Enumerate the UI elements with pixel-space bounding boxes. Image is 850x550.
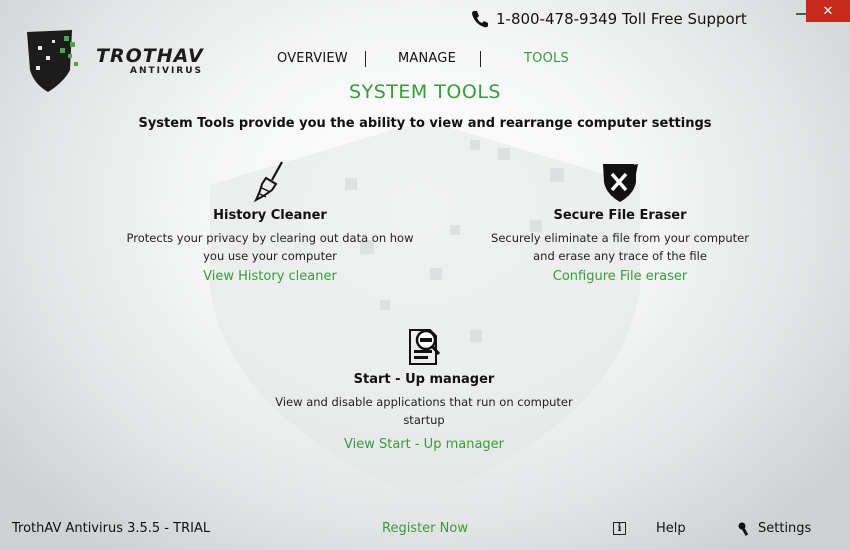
- register-now-link[interactable]: Register Now: [382, 521, 468, 536]
- tool-history-cleaner: History Cleaner Protects your privacy by…: [110, 160, 430, 284]
- tool-description-line: Securely eliminate a file from your comp…: [491, 231, 749, 245]
- startup-manager-icon: [409, 329, 441, 365]
- wrench-icon: [738, 522, 749, 536]
- tab-manage[interactable]: MANAGE: [398, 51, 456, 66]
- nav-divider: [365, 51, 366, 67]
- page-title: SYSTEM TOOLS: [349, 81, 501, 103]
- phone-icon: [472, 11, 488, 28]
- tool-description-line: Protects your privacy by clearing out da…: [126, 231, 414, 245]
- version-label: TrothAV Antivirus 3.5.5 - TRIAL: [12, 521, 210, 536]
- configure-file-eraser-link[interactable]: Configure File eraser: [460, 269, 780, 284]
- tab-tools[interactable]: TOOLS: [524, 51, 569, 66]
- close-button[interactable]: ✕: [806, 0, 850, 22]
- tool-description: View and disable applications that run o…: [245, 393, 603, 429]
- tool-description-line: and erase any trace of the file: [533, 249, 707, 263]
- help-text: Help: [656, 521, 686, 536]
- page-subtitle: System Tools provide you the ability to …: [138, 116, 712, 131]
- tool-name: History Cleaner: [213, 208, 327, 223]
- tool-secure-file-eraser: Secure File Eraser Securely eliminate a …: [460, 160, 780, 284]
- broom-icon: [253, 161, 283, 203]
- settings-button[interactable]: Settings: [738, 521, 811, 536]
- main-nav: OVERVIEW MANAGE TOOLS: [0, 51, 850, 71]
- settings-text: Settings: [758, 521, 812, 536]
- tool-startup-manager: Start - Up manager View and disable appl…: [245, 324, 603, 452]
- tool-description: Protects your privacy by clearing out da…: [110, 229, 430, 265]
- help-button[interactable]: i Help: [613, 521, 686, 536]
- shield-x-icon: [603, 164, 638, 202]
- minimize-icon: [796, 13, 806, 15]
- tool-name: Secure File Eraser: [553, 208, 687, 223]
- info-icon: i: [613, 522, 626, 535]
- support-phone: 1-800-478-9349 Toll Free Support: [470, 9, 747, 29]
- version-text: TrothAV Antivirus 3.5.5 - TRIAL: [12, 521, 211, 536]
- tool-name: Start - Up manager: [353, 372, 495, 387]
- close-icon: ✕: [822, 3, 834, 19]
- nav-divider: [480, 51, 481, 67]
- view-history-cleaner-link[interactable]: View History cleaner: [110, 269, 430, 284]
- tool-description-line: startup: [403, 413, 445, 427]
- support-phone-text: 1-800-478-9349 Toll Free Support: [496, 10, 747, 28]
- view-startup-manager-link[interactable]: View Start - Up manager: [245, 437, 603, 452]
- tool-description-line: you use your computer: [203, 249, 337, 263]
- register-now-text: Register Now: [382, 521, 468, 536]
- tab-overview[interactable]: OVERVIEW: [277, 51, 348, 66]
- tool-description-line: View and disable applications that run o…: [275, 395, 573, 409]
- tool-description: Securely eliminate a file from your comp…: [460, 229, 780, 265]
